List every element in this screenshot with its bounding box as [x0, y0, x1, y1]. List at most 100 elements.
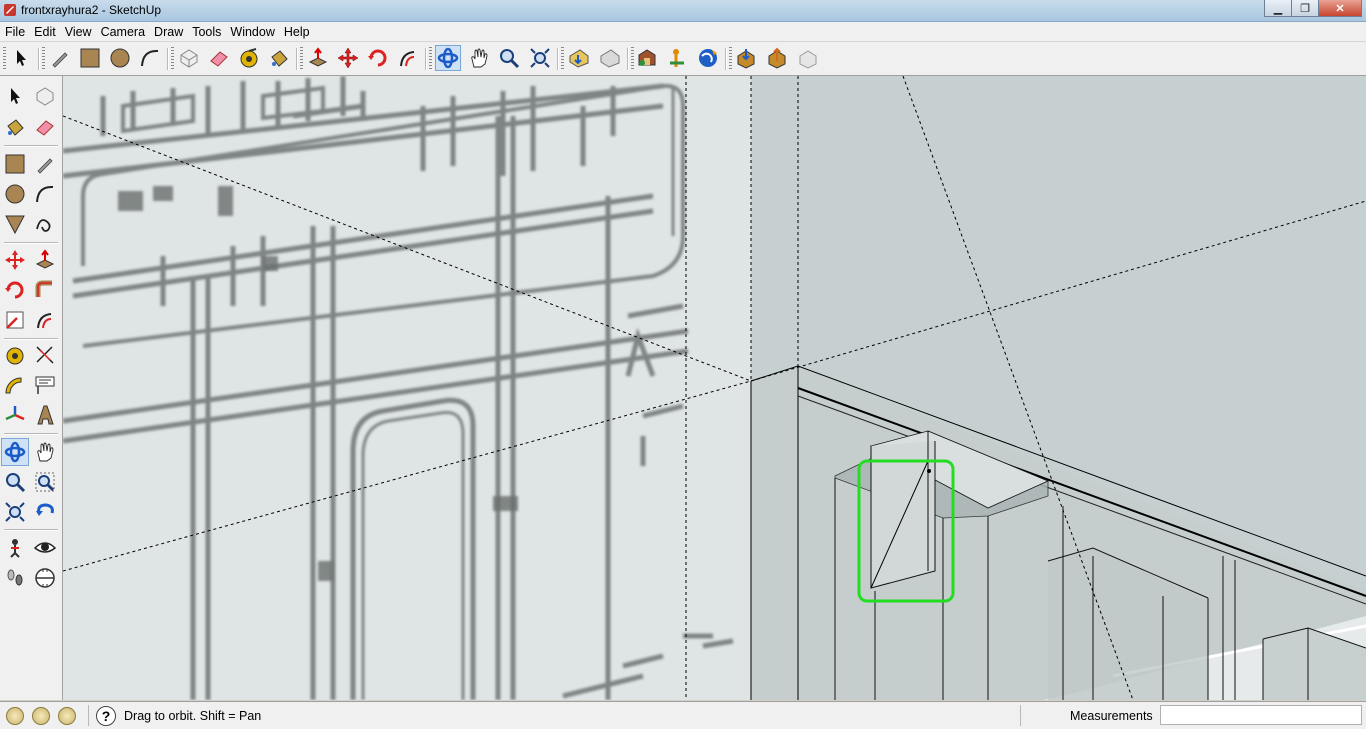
zoom-icon: [6, 473, 26, 493]
rectangle-icon: [5, 154, 25, 174]
blueprint-image: [63, 76, 751, 700]
protractor-tool-button[interactable]: [1, 371, 29, 399]
measurements-input[interactable]: [1160, 705, 1362, 725]
paint-bucket-tool-button[interactable]: [266, 45, 292, 71]
line-icon: [37, 158, 53, 174]
look-around-icon: [34, 542, 56, 553]
push-pull-tool-button[interactable]: [305, 45, 331, 71]
text-tool-button[interactable]: [31, 371, 59, 399]
eraser-icon: [36, 120, 54, 136]
select-tool-button[interactable]: [1, 82, 29, 110]
pan-icon: [471, 48, 488, 68]
toolbar-grip[interactable]: [171, 47, 174, 71]
circle-tool-button[interactable]: [1, 180, 29, 208]
push-pull-icon: [308, 47, 328, 67]
rectangle-tool-button[interactable]: [1, 150, 29, 178]
look-around-tool-button[interactable]: [31, 534, 59, 562]
maximize-button[interactable]: ❐: [1291, 0, 1319, 17]
paint-bucket-tool-button[interactable]: [1, 113, 29, 141]
dimension-icon: [36, 346, 54, 364]
scale-tool-button[interactable]: [1, 306, 29, 334]
status-hint: Drag to orbit. Shift = Pan: [124, 709, 262, 723]
google-earth-button[interactable]: [695, 45, 721, 71]
toolbar-grip[interactable]: [561, 47, 564, 71]
toolbar-grip[interactable]: [300, 47, 303, 71]
menu-view[interactable]: View: [60, 25, 96, 39]
share-component-button[interactable]: [795, 45, 821, 71]
credits-icon[interactable]: [32, 707, 50, 725]
user-icon[interactable]: [58, 707, 76, 725]
previous-view-button[interactable]: [31, 498, 59, 526]
menu-camera[interactable]: Camera: [96, 25, 149, 39]
toolbar-grip[interactable]: [42, 47, 45, 71]
toolbar-grip[interactable]: [429, 47, 432, 71]
previous-view-button[interactable]: [566, 45, 592, 71]
freehand-tool-button[interactable]: [31, 210, 59, 238]
minimize-button[interactable]: ▁: [1264, 0, 1292, 17]
offset-tool-button[interactable]: [395, 45, 421, 71]
line-tool-button[interactable]: [31, 150, 59, 178]
zoom-extents-tool-button[interactable]: [527, 45, 553, 71]
rotate-tool-button[interactable]: [365, 45, 391, 71]
3d-warehouse-button[interactable]: [634, 45, 660, 71]
google-earth-icon: [699, 49, 717, 67]
menu-tools[interactable]: Tools: [187, 25, 225, 39]
move-tool-button[interactable]: [1, 246, 29, 274]
window-title: frontxrayhura2 - SketchUp: [21, 3, 162, 17]
tape-measure-tool-button[interactable]: [236, 45, 262, 71]
rectangle-tool-button[interactable]: [77, 45, 103, 71]
zoom-tool-button[interactable]: [496, 45, 522, 71]
model-scene: [63, 76, 1366, 700]
zoom-icon: [500, 49, 520, 69]
close-button[interactable]: ✕: [1318, 0, 1362, 17]
polygon-tool-button[interactable]: [1, 210, 29, 238]
circle-tool-button[interactable]: [107, 45, 133, 71]
3d-text-tool-button[interactable]: [31, 401, 59, 429]
share-model-icon: [768, 47, 786, 69]
offset-tool-button[interactable]: [31, 306, 59, 334]
tape-measure-icon: [6, 347, 24, 365]
pencil-tool-button[interactable]: [47, 45, 73, 71]
tape-measure-tool-button[interactable]: [1, 341, 29, 369]
menu-draw[interactable]: Draw: [149, 25, 187, 39]
zoom-extents-tool-button[interactable]: [1, 498, 29, 526]
orbit-tool-button[interactable]: [435, 45, 461, 71]
push-pull-tool-button[interactable]: [31, 246, 59, 274]
paint-bucket-icon: [7, 119, 24, 136]
menu-help[interactable]: Help: [279, 25, 314, 39]
share-model-button[interactable]: [764, 45, 790, 71]
make-component-button[interactable]: [31, 82, 59, 110]
toolbar-grip[interactable]: [729, 47, 732, 71]
position-camera-tool-button[interactable]: [1, 534, 29, 562]
zoom-window-tool-button[interactable]: [31, 468, 59, 496]
menu-window[interactable]: Window: [225, 25, 278, 39]
eraser-tool-button[interactable]: [206, 45, 232, 71]
help-icon[interactable]: ?: [96, 706, 116, 726]
select-tool-button[interactable]: [8, 45, 34, 71]
dimension-tool-button[interactable]: [31, 341, 59, 369]
get-models-button[interactable]: [733, 45, 759, 71]
axes-tool-button[interactable]: [1, 401, 29, 429]
add-location-button[interactable]: [664, 45, 690, 71]
arc-tool-button[interactable]: [31, 180, 59, 208]
paint-bucket-icon: [271, 50, 288, 67]
menu-edit[interactable]: Edit: [29, 25, 60, 39]
arc-tool-button[interactable]: [137, 45, 163, 71]
follow-me-icon: [35, 280, 52, 297]
geo-location-icon[interactable]: [6, 707, 24, 725]
pan-tool-button[interactable]: [31, 438, 59, 466]
drawing-area[interactable]: [63, 76, 1366, 700]
section-plane-tool-button[interactable]: [31, 564, 59, 592]
menu-file[interactable]: File: [0, 25, 29, 39]
move-tool-button[interactable]: [335, 45, 361, 71]
rotate-tool-button[interactable]: [1, 276, 29, 304]
toolbar-grip[interactable]: [3, 47, 6, 71]
orbit-tool-button[interactable]: [1, 438, 29, 466]
follow-me-tool-button[interactable]: [31, 276, 59, 304]
pan-tool-button[interactable]: [466, 45, 492, 71]
zoom-tool-button[interactable]: [1, 468, 29, 496]
make-component-button[interactable]: [176, 45, 202, 71]
eraser-tool-button[interactable]: [31, 113, 59, 141]
next-view-button[interactable]: [597, 45, 623, 71]
walk-tool-button[interactable]: [1, 564, 29, 592]
